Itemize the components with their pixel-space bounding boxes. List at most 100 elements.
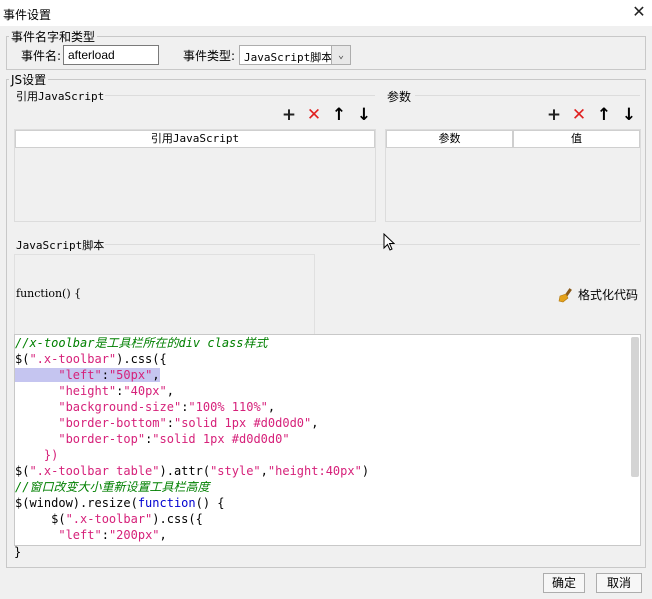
code-token: ".x-toolbar table" [29, 464, 160, 478]
code-token: $( [15, 512, 66, 526]
code-token: : [101, 368, 109, 382]
close-icon[interactable]: ✕ [630, 3, 648, 21]
title-bar: 事件设置 ✕ [0, 0, 652, 26]
cancel-button[interactable]: 取消 [596, 573, 642, 593]
function-header: function() { [16, 287, 82, 300]
code-line[interactable]: "background-size":"100% 110%", [15, 399, 369, 415]
closing-brace: } [14, 545, 22, 559]
code-token: $(window).resize( [15, 496, 138, 510]
code-token: "100% 110%" [188, 400, 268, 414]
ref-js-column-header[interactable]: 引用JavaScript [15, 130, 375, 148]
delete-icon[interactable]: ✕ [305, 106, 323, 124]
param-add-icon[interactable]: + [545, 106, 563, 124]
code-token: ).attr( [159, 464, 211, 478]
ref-js-title: 引用JavaScript [16, 90, 105, 103]
code-token [15, 368, 59, 382]
code-line[interactable]: $(".x-toolbar").css({ [15, 351, 369, 367]
param-delete-icon[interactable]: ✕ [570, 106, 588, 124]
event-type-value: JavaScript脚本 [244, 51, 333, 64]
ref-js-table[interactable]: 引用JavaScript [14, 129, 376, 222]
code-token: , [159, 528, 167, 542]
code-token: //x-toolbar是工具栏所在的div class样式 [15, 336, 268, 350]
event-group-legend: 事件名字和类型 [9, 28, 98, 45]
function-header-panel: function() { [14, 254, 315, 335]
code-token: , [311, 416, 319, 430]
add-icon[interactable]: + [280, 106, 298, 124]
mouse-cursor-icon [383, 233, 395, 251]
code-line[interactable]: "left":"200px", [15, 527, 369, 543]
code-token: function [137, 496, 196, 510]
code-token: "left" [58, 368, 102, 382]
code-token: ".x-toolbar" [65, 512, 153, 526]
code-lines[interactable]: //x-toolbar是工具栏所在的div class样式 $(".x-toolb… [15, 335, 369, 543]
code-token: , [267, 400, 276, 414]
code-line[interactable]: "height":"40px", [15, 383, 369, 399]
param-name-column-header[interactable]: 参数 [386, 130, 513, 148]
ok-button[interactable]: 确定 [543, 573, 585, 593]
move-up-icon[interactable]: ↑ [330, 106, 348, 124]
code-token: "background-size" [58, 400, 182, 414]
window-title: 事件设置 [3, 8, 52, 22]
code-editor[interactable]: //x-toolbar是工具栏所在的div class样式 $(".x-toolb… [14, 334, 641, 546]
code-token: ".x-toolbar" [29, 352, 117, 366]
code-token: "40px" [123, 384, 167, 398]
code-token: "200px" [108, 528, 160, 542]
code-token: : [101, 528, 109, 542]
code-line[interactable]: $(window).resize(function() { [15, 495, 369, 511]
params-table[interactable]: 参数 值 [385, 129, 641, 222]
ref-js-separator [105, 95, 375, 96]
code-line[interactable]: "border-bottom":"solid 1px #d0d0d0", [15, 415, 369, 431]
code-token: ).css({ [116, 352, 167, 366]
code-token: "solid 1px #d0d0d0" [173, 416, 312, 430]
code-token: $( [15, 464, 30, 478]
code-token: "height:40px" [267, 464, 362, 478]
code-line[interactable]: "border-top":"solid 1px #d0d0d0" [15, 431, 369, 447]
chevron-down-icon[interactable]: ⌄ [331, 46, 350, 64]
params-title: 参数 [387, 90, 412, 104]
code-token: "height" [58, 384, 117, 398]
code-token: }) [15, 448, 59, 462]
code-line[interactable]: }) [15, 447, 369, 463]
move-down-icon[interactable]: ↓ [355, 106, 373, 124]
code-token: "solid 1px #d0d0d0" [152, 432, 290, 446]
param-move-up-icon[interactable]: ↑ [595, 106, 613, 124]
code-token: "border-bottom" [58, 416, 167, 430]
code-token: , [152, 368, 160, 382]
event-name-input[interactable] [63, 45, 159, 65]
code-line[interactable]: $(".x-toolbar").css({ [15, 511, 369, 527]
format-code-label: 格式化代码 [578, 288, 639, 302]
broom-icon [558, 287, 572, 302]
code-token: "style" [210, 464, 261, 478]
code-token: "50px" [108, 368, 153, 382]
editor-scrollbar-thumb[interactable] [631, 337, 639, 477]
event-name-label: 事件名: [21, 49, 62, 63]
event-type-label: 事件类型: [183, 49, 236, 63]
code-token: , [260, 464, 268, 478]
code-token: "left" [58, 528, 102, 542]
event-type-select[interactable]: JavaScript脚本 ⌄ [239, 45, 351, 65]
code-token: , [166, 384, 174, 398]
param-move-down-icon[interactable]: ↓ [620, 106, 638, 124]
code-token: ) [361, 464, 370, 478]
code-token: "border-top" [58, 432, 146, 446]
format-code-button[interactable]: 格式化代码 [558, 286, 638, 303]
code-line[interactable]: "left":"50px", [15, 367, 369, 383]
code-token: //窗口改变大小重新设置工具栏高度 [15, 480, 210, 494]
js-settings-legend: JS设置 [9, 71, 49, 88]
code-token: : [166, 416, 174, 430]
script-title: JavaScript脚本 [16, 239, 105, 252]
code-token: () { [195, 496, 225, 510]
params-separator [415, 95, 640, 96]
code-line[interactable]: //窗口改变大小重新设置工具栏高度 [15, 479, 369, 495]
code-line[interactable]: $(".x-toolbar table").attr("style","heig… [15, 463, 369, 479]
code-line[interactable]: //x-toolbar是工具栏所在的div class样式 [15, 335, 369, 351]
code-token: ).css({ [152, 512, 203, 526]
script-separator [105, 244, 640, 245]
code-token: $( [15, 352, 30, 366]
param-value-column-header[interactable]: 值 [513, 130, 640, 148]
